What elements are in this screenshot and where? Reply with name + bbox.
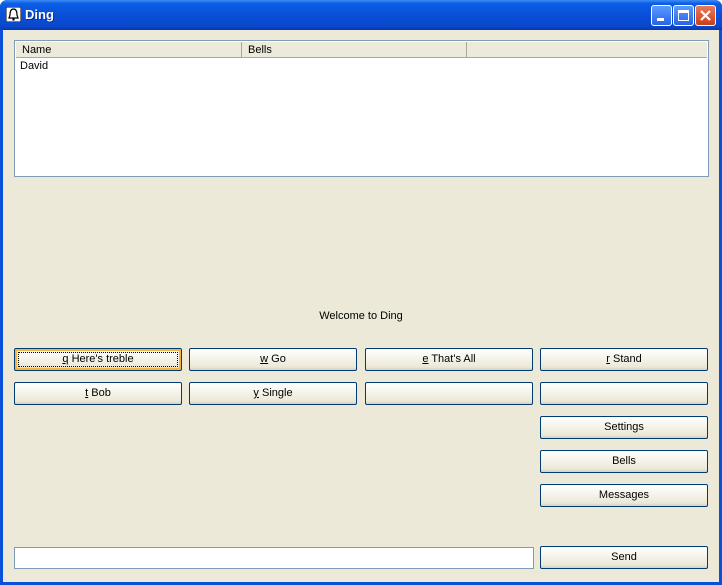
button-label: Go (268, 353, 286, 365)
settings-button[interactable]: Settings (540, 416, 708, 439)
maximize-button[interactable] (673, 5, 694, 26)
stand-button[interactable]: r Stand (540, 348, 708, 371)
heres-treble-button[interactable]: q Here's treble (14, 348, 182, 371)
messages-button[interactable]: Messages (540, 484, 708, 507)
go-button[interactable]: w Go (189, 348, 357, 371)
minimize-icon (657, 18, 664, 21)
send-button[interactable]: Send (540, 546, 708, 569)
close-button[interactable] (695, 5, 716, 26)
ringers-list[interactable]: Name Bells David (14, 40, 709, 177)
app-window: Ding Name Bells David Welcome to Ding q … (0, 0, 722, 585)
column-header-name[interactable]: Name (16, 42, 242, 57)
client-area: Name Bells David Welcome to Ding q Here'… (3, 30, 719, 582)
bell-icon (6, 7, 21, 22)
thats-all-button[interactable]: e That's All (365, 348, 533, 371)
window-title: Ding (25, 7, 54, 22)
column-header-empty[interactable] (467, 42, 707, 57)
bells-button[interactable]: Bells (540, 450, 708, 473)
list-header: Name Bells (16, 42, 707, 58)
close-icon (700, 10, 711, 21)
blank-button-2[interactable] (540, 382, 708, 405)
minimize-button[interactable] (651, 5, 672, 26)
shortcut-key: w (260, 353, 269, 365)
single-button[interactable]: y Single (189, 382, 357, 405)
button-label: Bob (88, 387, 111, 399)
welcome-message: Welcome to Ding (319, 310, 403, 322)
focus-rect (18, 352, 178, 367)
bob-button[interactable]: t Bob (14, 382, 182, 405)
column-header-bells[interactable]: Bells (242, 42, 467, 57)
title-bar[interactable]: Ding (0, 0, 722, 30)
button-label: Single (258, 387, 293, 399)
maximize-icon (678, 10, 689, 21)
blank-button-1[interactable] (365, 382, 533, 405)
message-input[interactable] (14, 547, 534, 569)
button-label: Stand (609, 353, 642, 365)
button-label: That's All (428, 353, 476, 365)
list-item[interactable]: David (20, 59, 48, 74)
list-item-name: David (20, 60, 49, 72)
